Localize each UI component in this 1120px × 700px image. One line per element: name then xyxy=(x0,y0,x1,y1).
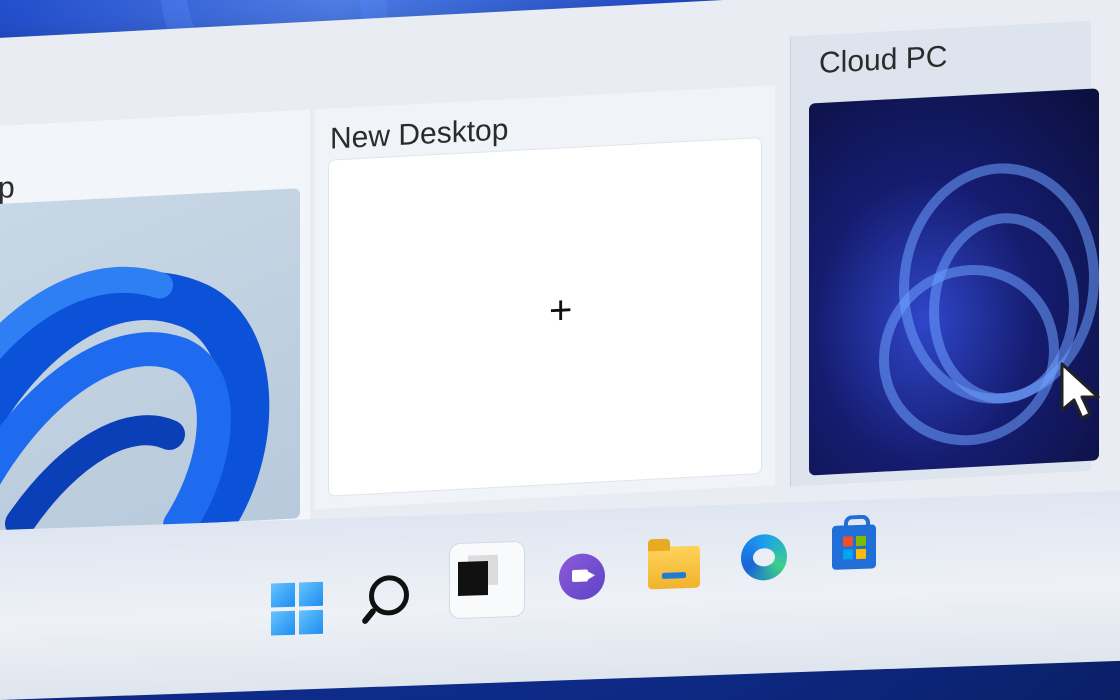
new-desktop-card[interactable]: New Desktop + xyxy=(315,85,775,510)
new-desktop-button[interactable]: + xyxy=(329,138,761,496)
add-desktop-icon: + xyxy=(549,287,573,334)
task-view-panel: ktop New Desktop + Cloud PC xyxy=(0,0,1120,568)
edge-browser-icon xyxy=(741,533,787,582)
store-button[interactable] xyxy=(825,517,883,577)
windows-start-icon xyxy=(271,581,323,636)
new-desktop-title: New Desktop xyxy=(330,113,509,156)
store-icon xyxy=(832,524,876,570)
task-view-icon xyxy=(458,560,488,597)
cloud-pc-title: Cloud PC xyxy=(819,40,948,80)
start-button[interactable] xyxy=(268,579,326,639)
search-icon xyxy=(369,574,409,617)
edge-browser-button[interactable] xyxy=(735,527,793,587)
desktop-card-desktop-1[interactable]: ktop xyxy=(0,109,310,568)
cloud-pc-card[interactable]: Cloud PC xyxy=(790,20,1099,487)
cloud-pc-thumbnail[interactable] xyxy=(809,88,1099,476)
desktop-thumbnail[interactable] xyxy=(0,188,300,537)
file-explorer-button[interactable] xyxy=(645,537,703,597)
chat-icon xyxy=(559,552,605,601)
chat-button[interactable] xyxy=(553,547,611,607)
task-view-button[interactable] xyxy=(450,541,524,619)
search-button[interactable] xyxy=(360,565,418,625)
bloom-wallpaper-thumbnail xyxy=(0,266,270,537)
mouse-cursor-icon xyxy=(1060,362,1100,420)
file-explorer-icon xyxy=(648,545,700,590)
